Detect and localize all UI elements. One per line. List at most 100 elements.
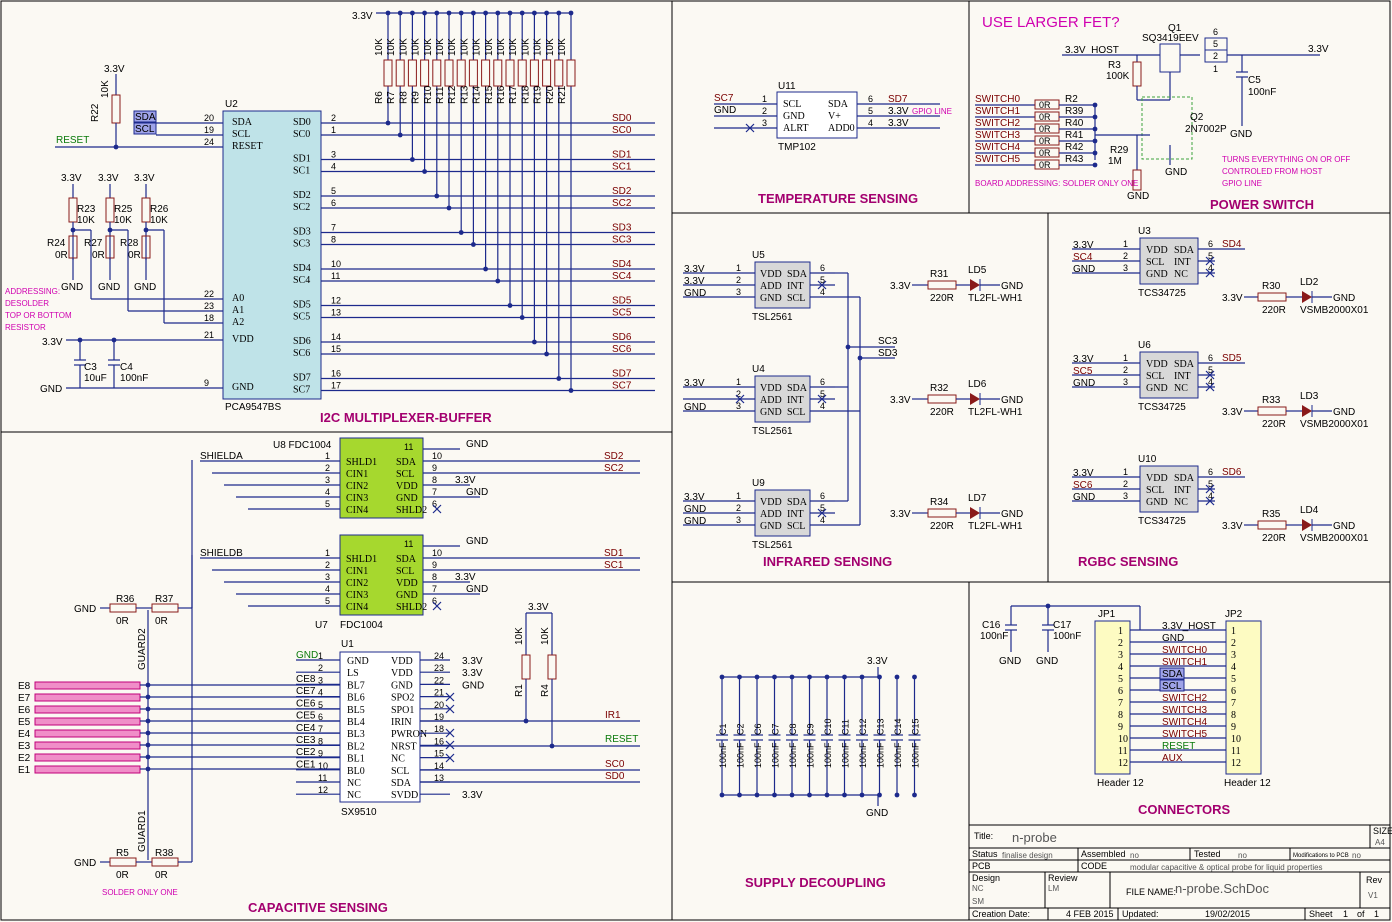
electrode-pad <box>34 741 141 750</box>
svg-text:GND: GND <box>134 282 156 293</box>
svg-text:SDA: SDA <box>787 383 808 394</box>
svg-text:GND: GND <box>684 504 706 515</box>
svg-text:no: no <box>1130 851 1139 860</box>
svg-text:LD5: LD5 <box>968 265 987 276</box>
mux-pullup-ref: R16 <box>496 85 507 104</box>
mux-part: PCA9547BS <box>225 402 281 413</box>
svg-text:6: 6 <box>820 491 825 501</box>
capacitive-section: SOLDER ONLY ONE SHLD1 SDA 1 10 CIN1 SCL 2 9 CIN2… <box>18 437 640 897</box>
svg-text:SHLD2: SHLD2 <box>396 505 427 516</box>
power-fet-note: USE LARGER FET? <box>982 14 1120 31</box>
svg-text:2: 2 <box>1123 479 1128 489</box>
svg-text:9: 9 <box>432 560 437 570</box>
mux-pinnum: 2 <box>331 113 336 123</box>
svg-text:SDA: SDA <box>787 497 808 508</box>
svg-text:LS: LS <box>347 668 359 679</box>
svg-text:SC6: SC6 <box>1073 480 1093 491</box>
mux-pin-sd6: SD6 <box>293 336 311 347</box>
svg-text:6: 6 <box>1208 467 1213 477</box>
conn-signal: 3.3V_HOST <box>1162 621 1216 632</box>
svg-text:3.3V: 3.3V <box>462 790 483 801</box>
svg-text:1: 1 <box>1343 909 1348 919</box>
svg-text:4: 4 <box>820 287 825 297</box>
electrode-e2: E2 <box>18 753 31 764</box>
svg-text:R25: R25 <box>114 204 133 215</box>
svg-text:0R: 0R <box>1039 160 1051 170</box>
svg-text:SD5: SD5 <box>1222 353 1242 364</box>
mux-pullup-val: 10K <box>386 38 397 56</box>
r1-label: R1 <box>514 684 525 697</box>
svg-text:TCS34725: TCS34725 <box>1138 402 1186 413</box>
svg-text:1: 1 <box>762 94 767 104</box>
svg-text:CIN4: CIN4 <box>346 505 368 516</box>
mux-pullup-ref: R9 <box>411 91 422 104</box>
svg-text:FDC1004: FDC1004 <box>340 620 383 631</box>
svg-text:TL2FL-WH1: TL2FL-WH1 <box>968 521 1023 532</box>
svg-text:CE5: CE5 <box>296 711 316 722</box>
svg-text:RESISTOR: RESISTOR <box>5 323 46 332</box>
svg-text:0R: 0R <box>1039 136 1051 146</box>
svg-text:CE4: CE4 <box>296 723 316 734</box>
svg-text:GND: GND <box>783 111 805 122</box>
svg-text:5: 5 <box>868 106 873 116</box>
svg-text:INT: INT <box>1174 257 1191 268</box>
power-switch3: SWITCH3 <box>975 130 1020 141</box>
svg-text:Assembled: Assembled <box>1081 849 1126 859</box>
svg-text:9: 9 <box>432 463 437 473</box>
svg-text:0R: 0R <box>155 870 168 881</box>
mux-net-sd0: SD0 <box>612 113 632 124</box>
svg-text:1M: 1M <box>1108 156 1122 167</box>
mux-pullup-ref: R8 <box>398 91 409 104</box>
mux-pin-reset: RESET <box>232 141 263 152</box>
svg-text:2: 2 <box>762 106 767 116</box>
svg-text:SCL: SCL <box>787 407 805 418</box>
mux-net-sc2: SC2 <box>612 198 632 209</box>
svg-text:ALRT: ALRT <box>783 123 809 134</box>
decap-c6: C6 <box>753 723 763 735</box>
svg-text:Sheet: Sheet <box>1309 909 1333 919</box>
section-title-temp: TEMPERATURE SENSING <box>758 191 918 206</box>
svg-text:BL0: BL0 <box>347 766 365 777</box>
svg-text:SD1: SD1 <box>604 548 624 559</box>
svg-text:ADD: ADD <box>760 509 782 520</box>
svg-text:3.3V: 3.3V <box>1308 44 1329 55</box>
svg-text:R43: R43 <box>1065 154 1084 165</box>
svg-text:7: 7 <box>1231 698 1236 709</box>
svg-text:SDA: SDA <box>1174 359 1195 370</box>
svg-text:100nF: 100nF <box>841 742 851 768</box>
svg-text:100nF: 100nF <box>1248 87 1276 98</box>
svg-text:CIN4: CIN4 <box>346 602 368 613</box>
mux-pullup-val: 10K <box>557 38 568 56</box>
svg-text:LD3: LD3 <box>1300 391 1319 402</box>
svg-text:NC: NC <box>1174 269 1188 280</box>
svg-text:3.3V: 3.3V <box>867 656 888 667</box>
svg-text:SCL: SCL <box>1146 371 1164 382</box>
svg-text:SCL: SCL <box>787 521 805 532</box>
section-title-rgbc: RGBC SENSING <box>1078 554 1178 569</box>
mux-net-sd7: SD7 <box>612 369 632 380</box>
svg-text:3.3V: 3.3V <box>455 475 476 486</box>
svg-text:U7: U7 <box>315 620 328 631</box>
svg-text:3.3V: 3.3V <box>890 395 911 406</box>
svg-text:Q2: Q2 <box>1190 112 1204 123</box>
svg-text:GND: GND <box>999 656 1021 667</box>
mux-ref: U2 <box>225 99 238 110</box>
svg-text:3.3V: 3.3V <box>42 337 63 348</box>
temp-net-sc7: SC7 <box>714 93 734 104</box>
svg-text:CIN1: CIN1 <box>346 469 368 480</box>
svg-text:2N7002P: 2N7002P <box>1185 124 1227 135</box>
svg-text:100nF: 100nF <box>753 742 763 768</box>
svg-text:R3: R3 <box>1108 60 1121 71</box>
svg-text:GND: GND <box>1165 167 1187 178</box>
mux-net-sd5: SD5 <box>612 296 632 307</box>
mux-pullup-val: 10K <box>459 38 470 56</box>
svg-text:VSMB2000X01: VSMB2000X01 <box>1300 419 1369 430</box>
svg-text:GND: GND <box>466 584 488 595</box>
section-title-power: POWER SWITCH <box>1210 197 1314 212</box>
mux-pinnum: 17 <box>331 381 341 391</box>
infrared-section: SC3 SD3 U5TSL2561VDD SDA1 63.3VADD INT2 53.3… <box>683 250 1023 551</box>
svg-text:2: 2 <box>736 275 741 285</box>
svg-text:LD7: LD7 <box>968 493 987 504</box>
mux-pin-a1: A1 <box>232 305 244 316</box>
svg-text:GND: GND <box>40 384 62 395</box>
